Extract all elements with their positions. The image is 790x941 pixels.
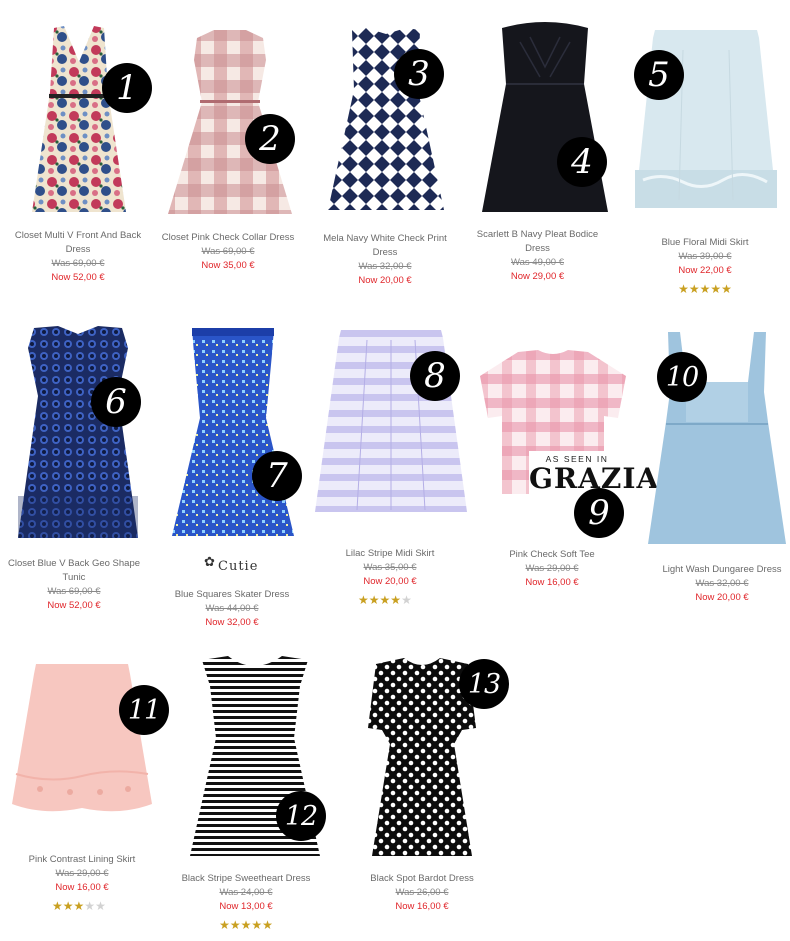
old-price: Was 32,00 € — [695, 578, 749, 589]
star-filled-icon: ★ — [721, 282, 732, 296]
product-info: Closet Multi V Front And Back Dress Was … — [10, 229, 146, 285]
old-price: Was 26,00 € — [395, 887, 449, 898]
product-info: Pink Contrast Lining Skirt Was 29,00 € N… — [12, 853, 152, 914]
star-filled-icon: ★ — [251, 918, 263, 932]
product-name[interactable]: Blue Floral Midi Skirt — [635, 236, 775, 250]
product-name[interactable]: Black Stripe Sweetheart Dress — [178, 872, 314, 886]
dress-image[interactable] — [170, 328, 296, 538]
star-filled-icon: ★ — [390, 593, 402, 607]
number-badge: 13 — [459, 659, 509, 709]
star-rating: ★★★★★ — [635, 281, 775, 297]
star-filled-icon: ★ — [262, 918, 273, 932]
star-empty-icon: ★ — [84, 899, 96, 913]
product-name[interactable]: Blue Squares Skater Dress — [162, 588, 302, 602]
old-price: Was 32,00 € — [358, 261, 412, 272]
new-price: Now 20,00 € — [363, 576, 417, 587]
new-price: Now 16,00 € — [55, 882, 109, 893]
product-info: Black Spot Bardot Dress Was 26,00 € Now … — [352, 872, 492, 914]
product-name[interactable]: Black Spot Bardot Dress — [352, 872, 492, 886]
old-price: Was 29,00 € — [55, 868, 109, 879]
star-rating: ★★★★★ — [320, 592, 460, 608]
product-info: Lilac Stripe Midi Skirt Was 35,00 € Now … — [320, 547, 460, 608]
number-badge: 12 — [276, 791, 326, 841]
number-badge: 11 — [119, 685, 169, 735]
cutie-logo: ✿ Cutie — [204, 555, 259, 574]
star-filled-icon: ★ — [219, 918, 230, 932]
star-filled-icon: ★ — [379, 593, 391, 607]
star-filled-icon: ★ — [62, 899, 74, 913]
star-filled-icon: ★ — [229, 918, 241, 932]
star-filled-icon: ★ — [699, 282, 711, 296]
star-filled-icon: ★ — [240, 918, 252, 932]
old-price: Was 69,00 € — [51, 258, 105, 269]
star-filled-icon: ★ — [358, 593, 369, 607]
dress-image[interactable] — [24, 22, 134, 216]
star-filled-icon: ★ — [710, 282, 722, 296]
new-price: Now 52,00 € — [47, 600, 101, 611]
product-info: Black Stripe Sweetheart Dress Was 24,00 … — [178, 872, 314, 933]
number-badge: 10 — [657, 352, 707, 402]
star-filled-icon: ★ — [73, 899, 85, 913]
new-price: Now 16,00 € — [395, 901, 449, 912]
product-name[interactable]: Closet Blue V Back Geo Shape Tunic — [2, 557, 146, 585]
number-badge: 8 — [410, 351, 460, 401]
new-price: Now 29,00 € — [510, 271, 565, 282]
star-rating: ★★★★★ — [178, 917, 314, 933]
star-empty-icon: ★ — [401, 593, 412, 607]
old-price: Was 39,00 € — [678, 251, 732, 262]
product-name[interactable]: Lilac Stripe Midi Skirt — [320, 547, 460, 561]
new-price: Now 16,00 € — [525, 577, 579, 588]
number-badge: 1 — [102, 63, 152, 113]
product-info: Light Wash Dungaree Dress Was 32,00 € No… — [652, 563, 790, 605]
old-price: Was 29,00 € — [525, 563, 579, 574]
product-info: Mela Navy White Check Print Dress Was 32… — [310, 232, 460, 288]
number-badge: 9 — [574, 488, 624, 538]
product-info: Pink Check Soft Tee Was 29,00 € Now 16,0… — [482, 548, 622, 590]
product-name[interactable]: Pink Contrast Lining Skirt — [12, 853, 152, 867]
product-name[interactable]: Closet Multi V Front And Back Dress — [10, 229, 146, 257]
number-badge: 4 — [557, 137, 607, 187]
dress-image[interactable] — [14, 326, 142, 540]
old-price: Was 69,00 € — [47, 586, 101, 597]
product-info: Blue Squares Skater Dress Was 44,00 € No… — [162, 588, 302, 630]
star-filled-icon: ★ — [678, 282, 689, 296]
star-filled-icon: ★ — [368, 593, 380, 607]
butterfly-icon: ✿ — [204, 555, 215, 570]
new-price: Now 32,00 € — [205, 617, 259, 628]
product-name[interactable]: Mela Navy White Check Print Dress — [310, 232, 460, 260]
new-price: Now 20,00 € — [358, 275, 412, 286]
number-badge: 5 — [634, 50, 684, 100]
product-name[interactable]: Pink Check Soft Tee — [482, 548, 622, 562]
product-name[interactable]: Closet Pink Check Collar Dress — [160, 231, 296, 245]
old-price: Was 24,00 € — [219, 887, 273, 898]
new-price: Now 35,00 € — [201, 260, 255, 271]
product-info: Blue Floral Midi Skirt Was 39,00 € Now 2… — [635, 236, 775, 297]
new-price: Now 22,00 € — [678, 265, 732, 276]
old-price: Was 49,00 € — [511, 257, 564, 268]
number-badge: 2 — [245, 114, 295, 164]
number-badge: 6 — [91, 377, 141, 427]
product-info: Closet Pink Check Collar Dress Was 69,00… — [160, 231, 296, 273]
product-name[interactable]: Light Wash Dungaree Dress — [652, 563, 790, 577]
old-price: Was 44,00 € — [205, 603, 259, 614]
old-price: Was 35,00 € — [363, 562, 417, 573]
star-rating: ★★★★★ — [12, 898, 152, 914]
star-empty-icon: ★ — [95, 899, 106, 913]
number-badge: 3 — [394, 49, 444, 99]
product-info: Scarlett B Navy Pleat Bodice Dress Was 4… — [465, 228, 610, 284]
new-price: Now 52,00 € — [51, 272, 105, 283]
product-info: Closet Blue V Back Geo Shape Tunic Was 6… — [2, 557, 146, 613]
new-price: Now 13,00 € — [219, 901, 273, 912]
number-badge: 7 — [252, 451, 302, 501]
star-filled-icon: ★ — [52, 899, 63, 913]
new-price: Now 20,00 € — [695, 592, 749, 603]
old-price: Was 69,00 € — [201, 246, 255, 257]
product-name[interactable]: Scarlett B Navy Pleat Bodice Dress — [465, 228, 610, 256]
star-filled-icon: ★ — [688, 282, 700, 296]
